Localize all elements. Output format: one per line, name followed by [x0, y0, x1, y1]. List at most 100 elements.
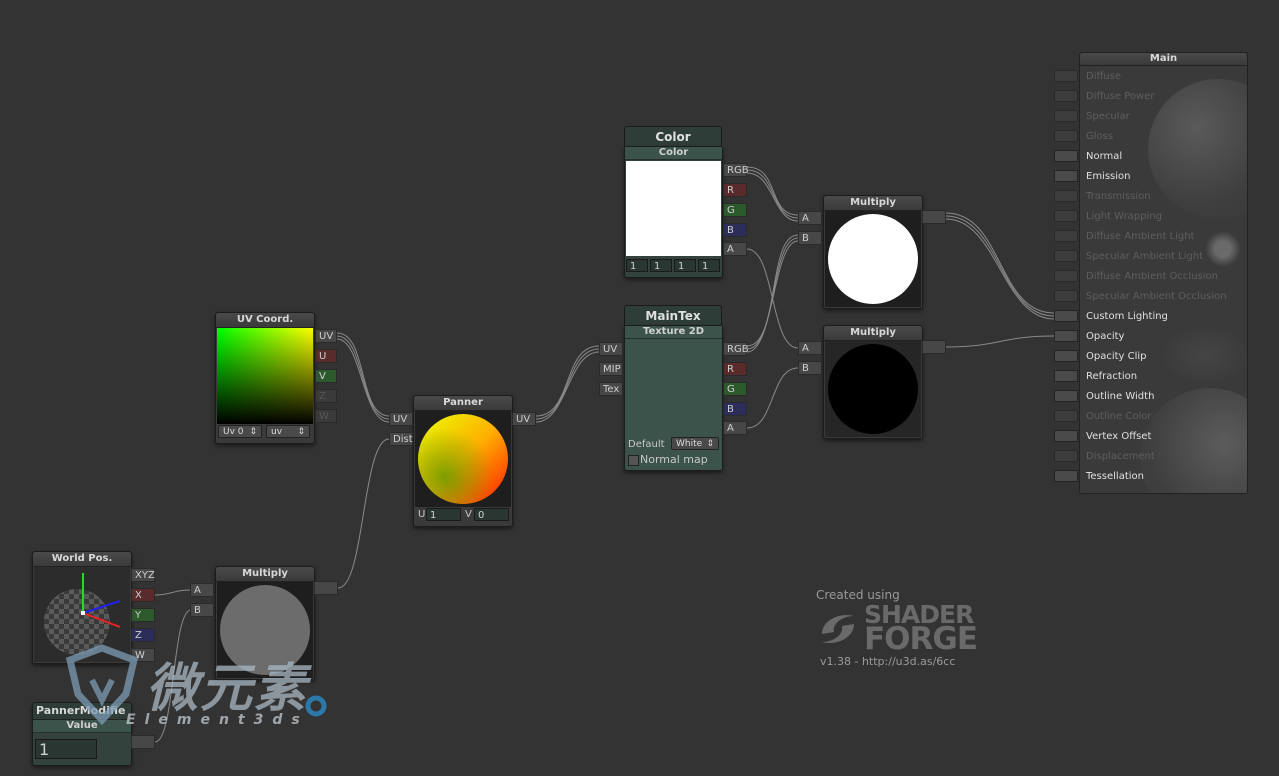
- multiply-bottom-in-a[interactable]: A: [798, 341, 822, 355]
- multiply-top-out[interactable]: [922, 210, 946, 224]
- uv-coord-out-uv[interactable]: UV: [315, 329, 337, 343]
- color-node[interactable]: Color 1 1 1 1: [624, 146, 723, 278]
- color-value-g[interactable]: 1: [650, 259, 672, 272]
- maintex-node[interactable]: Texture 2D Default White ⇕ Normal map: [624, 325, 723, 471]
- panner-in-uv[interactable]: UV: [389, 412, 413, 426]
- main-input-displacement[interactable]: Displacement: [1086, 447, 1155, 467]
- main-input-specular-ambient-occlusion[interactable]: Specular Ambient Occlusion: [1086, 287, 1227, 307]
- panner-node[interactable]: Panner U 1 V 0: [413, 395, 513, 527]
- world-pos-out-x[interactable]: X: [131, 588, 155, 602]
- main-slot-outline-width[interactable]: [1054, 390, 1078, 402]
- main-slot-diffuse[interactable]: [1054, 70, 1078, 82]
- maintex-in-uv[interactable]: UV: [599, 342, 623, 356]
- panner-out-uv[interactable]: UV: [512, 412, 536, 426]
- main-slot-normal[interactable]: [1054, 150, 1078, 162]
- uv-coord-out-z[interactable]: Z: [315, 389, 337, 403]
- color-value-b[interactable]: 1: [674, 259, 696, 272]
- uv-coord-out-v[interactable]: V: [315, 369, 337, 383]
- maintex-out-g[interactable]: G: [723, 382, 747, 396]
- main-slot-vertex-offset[interactable]: [1054, 430, 1078, 442]
- color-out-a[interactable]: A: [723, 242, 747, 256]
- main-slot-opacity[interactable]: [1054, 330, 1078, 342]
- uv-coord-out-u[interactable]: U: [315, 349, 337, 363]
- panner-v-field[interactable]: 0: [474, 508, 509, 521]
- panner-modifier-out[interactable]: [131, 735, 155, 749]
- color-value-a[interactable]: 1: [698, 259, 720, 272]
- uv-type-select[interactable]: uv ⇕: [266, 425, 310, 438]
- main-slot-specular-ambient-light[interactable]: [1054, 250, 1078, 262]
- main-slot-diffuse-ambient-occlusion[interactable]: [1054, 270, 1078, 282]
- main-slot-tessellation[interactable]: [1054, 470, 1078, 482]
- multiply-bottom-in-b[interactable]: B: [798, 361, 822, 375]
- shader-forge-logo-icon: [818, 606, 858, 650]
- multiply-node-top[interactable]: Multiply: [823, 195, 923, 309]
- main-input-specular[interactable]: Specular: [1086, 107, 1130, 127]
- main-input-diffuse[interactable]: Diffuse: [1086, 67, 1121, 87]
- maintex-out-a[interactable]: A: [723, 421, 747, 435]
- uv-channel-select[interactable]: Uv 0 ⇕: [218, 425, 262, 438]
- color-out-g[interactable]: G: [723, 203, 747, 217]
- main-input-opacity-clip[interactable]: Opacity Clip: [1086, 347, 1147, 367]
- main-slot-diffuse-power[interactable]: [1054, 90, 1078, 102]
- world-pos-out-xyz[interactable]: XYZ: [131, 568, 155, 582]
- maintex-in-tex[interactable]: Tex: [599, 382, 623, 396]
- color-swatch[interactable]: [626, 161, 721, 256]
- multiply-top-preview: [825, 211, 921, 307]
- maintex-in-mip[interactable]: MIP: [599, 362, 623, 376]
- world-pos-out-y[interactable]: Y: [131, 608, 155, 622]
- uv-coord-node[interactable]: UV Coord. Uv 0 ⇕ uv ⇕: [215, 312, 315, 444]
- main-input-normal[interactable]: Normal: [1086, 147, 1122, 167]
- maintex-out-r[interactable]: R: [723, 362, 747, 376]
- panner-modifier-value[interactable]: 1: [35, 739, 97, 759]
- maintex-default-select[interactable]: White ⇕: [671, 437, 719, 450]
- multiply-small-in-b[interactable]: B: [190, 603, 214, 617]
- multiply-bottom-out[interactable]: [922, 340, 946, 354]
- main-input-transmission[interactable]: Transmission: [1086, 187, 1151, 207]
- main-slot-specular[interactable]: [1054, 110, 1078, 122]
- main-slot-gloss[interactable]: [1054, 130, 1078, 142]
- wire-worldpos-x: [154, 589, 192, 596]
- multiply-top-in-a[interactable]: A: [798, 211, 822, 225]
- main-input-opacity[interactable]: Opacity: [1086, 327, 1124, 347]
- main-input-outline-width[interactable]: Outline Width: [1086, 387, 1154, 407]
- maintex-out-rgb[interactable]: RGB: [723, 342, 749, 356]
- main-input-tessellation[interactable]: Tessellation: [1086, 467, 1144, 487]
- main-input-custom-lighting[interactable]: Custom Lighting: [1086, 307, 1168, 327]
- main-input-diffuse-power[interactable]: Diffuse Power: [1086, 87, 1154, 107]
- main-output-node[interactable]: Main Diffuse Diffuse Power Specular Gloss No…: [1079, 52, 1248, 494]
- multiply-node-bottom[interactable]: Multiply: [823, 325, 923, 439]
- maintex-out-b[interactable]: B: [723, 402, 747, 416]
- panner-u-field[interactable]: 1: [426, 508, 461, 521]
- multiply-top-in-b[interactable]: B: [798, 231, 822, 245]
- uv-coord-out-w[interactable]: W: [315, 409, 337, 423]
- wire-uv-to-panner: [336, 335, 390, 420]
- main-input-vertex-offset[interactable]: Vertex Offset: [1086, 427, 1151, 447]
- color-value-r[interactable]: 1: [626, 259, 648, 272]
- main-input-outline-color[interactable]: Outline Color: [1086, 407, 1151, 427]
- panner-in-dist[interactable]: Dist: [389, 432, 413, 446]
- main-slot-refraction[interactable]: [1054, 370, 1078, 382]
- main-input-gloss[interactable]: Gloss: [1086, 127, 1113, 147]
- multiply-small-in-a[interactable]: A: [190, 583, 214, 597]
- main-input-specular-ambient-light[interactable]: Specular Ambient Light: [1086, 247, 1203, 267]
- normal-map-checkbox[interactable]: [628, 455, 639, 466]
- main-slot-displacement[interactable]: [1054, 450, 1078, 462]
- main-slot-emission[interactable]: [1054, 170, 1078, 182]
- main-slot-outline-color[interactable]: [1054, 410, 1078, 422]
- main-slot-opacity-clip[interactable]: [1054, 350, 1078, 362]
- main-slot-specular-ambient-occlusion[interactable]: [1054, 290, 1078, 302]
- multiply-small-out[interactable]: [314, 581, 338, 595]
- main-input-refraction[interactable]: Refraction: [1086, 367, 1137, 387]
- main-input-diffuse-ambient-light[interactable]: Diffuse Ambient Light: [1086, 227, 1195, 247]
- main-input-light-wrapping[interactable]: Light Wrapping: [1086, 207, 1162, 227]
- main-input-emission[interactable]: Emission: [1086, 167, 1131, 187]
- color-out-r[interactable]: R: [723, 183, 747, 197]
- main-slot-custom-lighting[interactable]: [1054, 310, 1078, 322]
- color-out-rgb[interactable]: RGB: [723, 163, 749, 177]
- main-input-diffuse-ambient-occlusion[interactable]: Diffuse Ambient Occlusion: [1086, 267, 1218, 287]
- panner-u-label: U: [418, 509, 426, 520]
- main-slot-transmission[interactable]: [1054, 190, 1078, 202]
- main-slot-diffuse-ambient-light[interactable]: [1054, 230, 1078, 242]
- color-out-b[interactable]: B: [723, 223, 747, 237]
- main-slot-light-wrapping[interactable]: [1054, 210, 1078, 222]
